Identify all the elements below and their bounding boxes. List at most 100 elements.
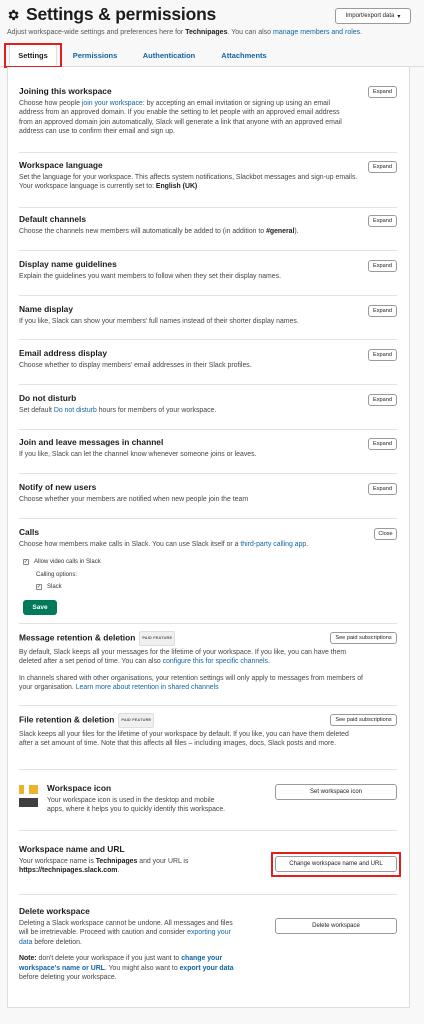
expand-button[interactable]: Expand: [368, 161, 397, 173]
section-description: Your workspace name is Technipages and y…: [19, 857, 224, 876]
divider: [19, 295, 397, 296]
save-button[interactable]: Save: [23, 600, 57, 615]
tab-settings[interactable]: Settings: [9, 44, 57, 66]
workspace-icon-text: Workspace icon Your workspace icon is us…: [47, 783, 227, 815]
expand-button[interactable]: Expand: [368, 483, 397, 495]
paid-feature-badge: PAID FEATURE: [118, 713, 155, 728]
tab-authentication[interactable]: Authentication: [136, 44, 202, 66]
section-file-retention: File retention & deletion PAID FEATURE Sl…: [19, 713, 397, 749]
section-display-name-guidelines: Display name guidelines Explain the guid…: [19, 259, 397, 281]
expand-button[interactable]: Expand: [368, 215, 397, 227]
section-description: If you like, Slack can show your members…: [19, 318, 299, 325]
workspace-url: https://technipages.slack.com: [19, 867, 118, 875]
section-title: Default channels: [19, 214, 87, 224]
divider: [19, 894, 397, 895]
divider: [19, 152, 397, 153]
divider: [19, 429, 397, 430]
section-description: Choose whether to display members' email…: [19, 362, 252, 369]
expand-button[interactable]: Expand: [368, 349, 397, 361]
join-workspace-link[interactable]: join your workspace: [82, 100, 143, 107]
third-party-calling-link[interactable]: third-party calling app: [240, 541, 306, 548]
see-paid-subscriptions-button[interactable]: See paid subscriptions: [330, 714, 397, 726]
section-description: Your workspace icon is used in the deskt…: [47, 797, 226, 814]
tab-attachments[interactable]: Attachments: [215, 44, 273, 66]
import-export-label: Import/export data: [345, 13, 395, 19]
divider: [19, 384, 397, 385]
retention-shared-channels-link[interactable]: Learn more about retention in shared cha…: [76, 684, 219, 691]
do-not-disturb-link[interactable]: Do not disturb: [54, 407, 97, 414]
section-title: Do not disturb: [19, 393, 77, 403]
desc-text-end: ).: [294, 228, 299, 235]
divider: [19, 623, 397, 624]
section-default-channels: Default channels Choose the channels new…: [19, 214, 397, 236]
section-description: Explain the guidelines you want members …: [19, 273, 281, 280]
section-notify-new-users: Notify of new users Choose whether your …: [19, 482, 397, 504]
settings-tabs: Settings Permissions Authentication Atta…: [0, 44, 424, 67]
page-title: Settings & permissions: [26, 4, 217, 24]
manage-members-link[interactable]: manage members and roles.: [273, 29, 362, 36]
divider: [19, 705, 397, 706]
desc-text-post: before deletion.: [32, 938, 82, 946]
slack-option-row: ✓ Slack: [36, 584, 62, 590]
see-paid-subscriptions-button[interactable]: See paid subscriptions: [330, 632, 397, 644]
divider: [19, 250, 397, 251]
section-description: Set the language for your workspace. Thi…: [19, 173, 359, 192]
expand-button[interactable]: Expand: [368, 86, 397, 98]
desc-text: Choose how people: [19, 100, 82, 107]
section-title: Name display: [19, 304, 73, 314]
change-name-url-button[interactable]: Change workspace name and URL: [275, 856, 397, 872]
allow-video-checkbox[interactable]: ✓: [23, 559, 29, 565]
section-title: Message retention & deletion: [19, 632, 136, 643]
tab-permissions[interactable]: Permissions: [68, 44, 122, 66]
desc-text: Choose how members make calls in Slack. …: [19, 541, 241, 548]
close-button[interactable]: Close: [374, 528, 397, 540]
expand-button[interactable]: Expand: [368, 305, 397, 317]
section-name-display: Name display If you like, Slack can show…: [19, 304, 397, 326]
expand-button[interactable]: Expand: [368, 394, 397, 406]
delete-workspace-button[interactable]: Delete workspace: [275, 918, 397, 934]
allow-video-label: Allow video calls in Slack: [34, 559, 101, 565]
set-workspace-icon-button[interactable]: Set workspace icon: [275, 784, 397, 800]
page-title-row: Settings & permissions: [6, 4, 216, 25]
section-description: Slack keeps all your files for the lifet…: [19, 731, 349, 748]
section-calls: Calls Choose how members make calls in S…: [19, 527, 397, 617]
slack-option-label: Slack: [47, 584, 62, 590]
section-description: By default, Slack keeps all your message…: [19, 648, 364, 667]
import-export-button[interactable]: Import/export data ▾: [335, 8, 411, 24]
section-description: Choose the channels new members will aut…: [19, 227, 396, 236]
section-title: Join and leave messages in channel: [19, 437, 164, 447]
section-description: Choose how members make calls in Slack. …: [19, 540, 396, 549]
desc-text-post: .: [267, 658, 270, 666]
section-message-retention: Message retention & deletion PAID FEATURE…: [19, 631, 397, 693]
section-do-not-disturb: Do not disturb Set default Do not distur…: [19, 393, 397, 415]
section-description: Choose how people join your workspace: b…: [19, 99, 349, 137]
divider: [19, 769, 397, 770]
divider: [19, 339, 397, 340]
slack-option-checkbox[interactable]: ✓: [36, 584, 42, 590]
workspace-logo-icon: [19, 785, 38, 807]
export-your-data-link[interactable]: export your data: [180, 965, 234, 972]
desc-text-mid: and your URL is: [137, 858, 189, 865]
general-channel: #general: [266, 228, 295, 235]
section-title: File retention & deletion: [19, 714, 115, 725]
gear-icon: [8, 9, 19, 20]
subtitle-text: Adjust workspace-wide settings and prefe…: [7, 29, 186, 36]
configure-channels-link[interactable]: configure this for specific channels: [163, 658, 268, 665]
note-text-post: before deleting your workspace.: [19, 974, 117, 982]
workspace-name: Technipages: [95, 858, 138, 865]
note-text-mid: . You might also want to: [104, 964, 180, 972]
section-title: Calls: [19, 527, 40, 537]
subtitle-workspace-name: Technipages: [185, 29, 228, 36]
section-join-leave-messages: Join and leave messages in channel If yo…: [19, 437, 397, 459]
expand-button[interactable]: Expand: [368, 438, 397, 450]
expand-button[interactable]: Expand: [368, 260, 397, 272]
page-subtitle: Adjust workspace-wide settings and prefe…: [7, 29, 362, 36]
section-title: Display name guidelines: [19, 259, 117, 269]
divider: [19, 473, 397, 474]
desc-text-post: hours for members of your workspace.: [96, 407, 217, 414]
section-title: Notify of new users: [19, 482, 97, 492]
section-title: Email address display: [19, 348, 107, 358]
section-title: Workspace name and URL: [19, 844, 125, 854]
divider: [19, 207, 397, 208]
section-language: Workspace language Set the language for …: [19, 160, 397, 192]
